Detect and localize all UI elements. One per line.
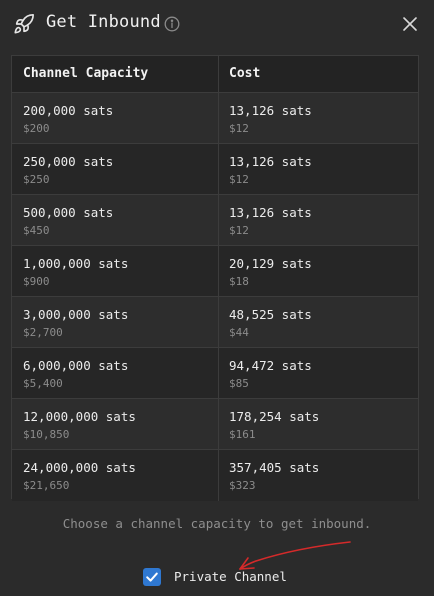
capacity-usd: $21,650 xyxy=(23,479,70,492)
cost-usd: $12 xyxy=(229,224,249,237)
private-channel-checkbox[interactable] xyxy=(143,568,161,586)
cost-cell: 20,129 sats $18 xyxy=(219,246,418,296)
cost-sats: 94,472 sats xyxy=(229,358,312,373)
dialog-title: Get Inbound xyxy=(46,12,161,32)
cost-usd: $18 xyxy=(229,275,249,288)
annotation-arrow xyxy=(239,541,351,570)
table-body: 200,000 sats $200 13,126 sats $12 250,000 sa… xyxy=(12,93,418,501)
capacity-cell: 200,000 sats $200 xyxy=(12,93,219,143)
cost-cell: 13,126 sats $12 xyxy=(219,144,418,194)
checkmark-icon xyxy=(146,572,158,582)
capacity-usd: $450 xyxy=(23,224,50,237)
capacity-sats: 200,000 sats xyxy=(23,103,114,118)
hint-text: Choose a channel capacity to get inbound… xyxy=(62,516,372,531)
close-icon[interactable] xyxy=(402,16,418,32)
table-row[interactable]: 24,000,000 sats $21,650 357,405 sats $323 xyxy=(12,450,418,501)
cost-cell: 48,525 sats $44 xyxy=(219,297,418,347)
info-icon[interactable] xyxy=(164,16,180,32)
column-header-capacity: Channel Capacity xyxy=(12,56,219,92)
cost-cell: 13,126 sats $12 xyxy=(219,93,418,143)
capacity-usd: $10,850 xyxy=(23,428,70,441)
capacity-sats: 24,000,000 sats xyxy=(23,460,136,475)
table-header: Channel Capacity Cost xyxy=(12,56,418,93)
capacity-usd: $2,700 xyxy=(23,326,63,339)
cost-usd: $12 xyxy=(229,122,249,135)
capacity-cell: 3,000,000 sats $2,700 xyxy=(12,297,219,347)
cost-sats: 48,525 sats xyxy=(229,307,312,322)
table-row[interactable]: 12,000,000 sats $10,850 178,254 sats $161 xyxy=(12,399,418,450)
cost-sats: 13,126 sats xyxy=(229,103,312,118)
capacity-usd: $200 xyxy=(23,122,50,135)
capacity-cell: 24,000,000 sats $21,650 xyxy=(12,450,219,501)
capacity-usd: $250 xyxy=(23,173,50,186)
cost-cell: 13,126 sats $12 xyxy=(219,195,418,245)
cost-usd: $12 xyxy=(229,173,249,186)
capacity-cell: 1,000,000 sats $900 xyxy=(12,246,219,296)
cost-usd: $323 xyxy=(229,479,256,492)
capacity-sats: 250,000 sats xyxy=(23,154,114,169)
capacity-cell: 500,000 sats $450 xyxy=(12,195,219,245)
capacity-usd: $5,400 xyxy=(23,377,63,390)
capacity-cell: 250,000 sats $250 xyxy=(12,144,219,194)
capacity-table: Channel Capacity Cost 200,000 sats $200 13… xyxy=(11,55,419,501)
cost-sats: 357,405 sats xyxy=(229,460,320,475)
cost-cell: 357,405 sats $323 xyxy=(219,450,418,501)
cost-sats: 178,254 sats xyxy=(229,409,320,424)
table-row[interactable]: 6,000,000 sats $5,400 94,472 sats $85 xyxy=(12,348,418,399)
capacity-sats: 1,000,000 sats xyxy=(23,256,129,271)
capacity-sats: 500,000 sats xyxy=(23,205,114,220)
cost-usd: $85 xyxy=(229,377,249,390)
cost-usd: $161 xyxy=(229,428,256,441)
capacity-sats: 12,000,000 sats xyxy=(23,409,136,424)
table-row[interactable]: 3,000,000 sats $2,700 48,525 sats $44 xyxy=(12,297,418,348)
cost-cell: 94,472 sats $85 xyxy=(219,348,418,398)
table-row[interactable]: 500,000 sats $450 13,126 sats $12 xyxy=(12,195,418,246)
table-row[interactable]: 1,000,000 sats $900 20,129 sats $18 xyxy=(12,246,418,297)
cost-sats: 13,126 sats xyxy=(229,154,312,169)
capacity-cell: 6,000,000 sats $5,400 xyxy=(12,348,219,398)
capacity-usd: $900 xyxy=(23,275,50,288)
capacity-sats: 3,000,000 sats xyxy=(23,307,129,322)
capacity-sats: 6,000,000 sats xyxy=(23,358,129,373)
dialog-header: Get Inbound xyxy=(0,0,434,48)
cost-usd: $44 xyxy=(229,326,249,339)
cost-sats: 13,126 sats xyxy=(229,205,312,220)
cost-sats: 20,129 sats xyxy=(229,256,312,271)
column-header-cost: Cost xyxy=(229,66,261,81)
capacity-cell: 12,000,000 sats $10,850 xyxy=(12,399,219,449)
table-row[interactable]: 200,000 sats $200 13,126 sats $12 xyxy=(12,93,418,144)
cost-cell: 178,254 sats $161 xyxy=(219,399,418,449)
table-row[interactable]: 250,000 sats $250 13,126 sats $12 xyxy=(12,144,418,195)
rocket-icon xyxy=(14,14,34,34)
